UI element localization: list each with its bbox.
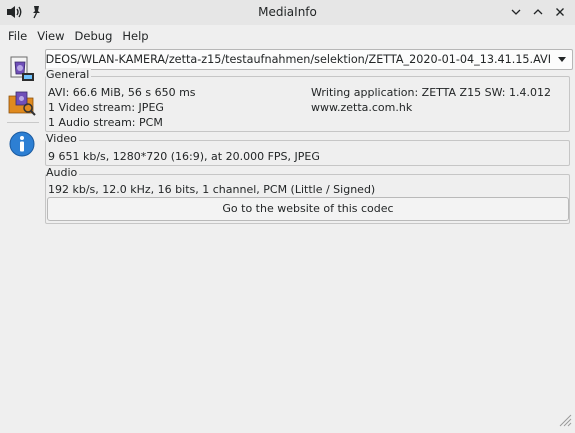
open-folder-button[interactable]: [7, 88, 37, 118]
general-writing-app: Writing application: ZETTA Z15 SW: 1.4.0…: [311, 86, 551, 99]
close-button[interactable]: [551, 3, 569, 21]
audio-title: Audio: [46, 166, 80, 180]
audio-details: 192 kb/s, 12.0 kHz, 16 bits, 1 channel, …: [48, 183, 376, 196]
resize-grip-icon[interactable]: [558, 413, 572, 430]
close-icon: [556, 8, 564, 16]
maximize-button[interactable]: [529, 3, 547, 21]
menu-file[interactable]: File: [3, 25, 32, 47]
general-website: www.zetta.com.hk: [311, 101, 413, 114]
chevron-up-icon: [533, 9, 543, 15]
chevron-down-icon: [511, 9, 521, 15]
general-section: General AVI: 66.6 MiB, 56 s 650 ms 1 Vid…: [45, 68, 570, 132]
window-controls: [507, 3, 569, 21]
folder-icon: [8, 91, 36, 116]
codec-website-button[interactable]: Go to the website of this codec: [47, 197, 569, 221]
about-button[interactable]: [7, 129, 37, 159]
file-path: /TESTS-VIDEOS/WLAN-KAMERA/zetta-z15/test…: [46, 53, 551, 66]
menu-view[interactable]: View: [32, 25, 69, 47]
general-audio-streams: 1 Audio stream: PCM: [48, 116, 163, 129]
menu-debug[interactable]: Debug: [70, 25, 118, 47]
open-file-button[interactable]: [7, 54, 37, 84]
title-bar: MediaInfo: [0, 0, 575, 25]
general-title: General: [46, 68, 92, 82]
video-title: Video: [46, 132, 79, 146]
info-icon: [9, 131, 35, 157]
minimize-button[interactable]: [507, 3, 525, 21]
window-title: MediaInfo: [258, 5, 317, 19]
menu-bar: File View Debug Help: [0, 25, 575, 47]
general-video-streams: 1 Video stream: JPEG: [48, 101, 164, 114]
menu-help[interactable]: Help: [117, 25, 153, 47]
toolbar-separator: [7, 122, 39, 123]
video-details: 9 651 kb/s, 1280*720 (16:9), at 20.000 F…: [48, 150, 320, 163]
audio-section: Audio 192 kb/s, 12.0 kHz, 16 bits, 1 cha…: [45, 166, 570, 224]
video-section: Video 9 651 kb/s, 1280*720 (16:9), at 20…: [45, 132, 570, 166]
dropdown-arrow-icon[interactable]: [557, 54, 567, 67]
side-toolbar: [7, 54, 41, 163]
open-file-icon: [10, 56, 34, 81]
general-format: AVI: 66.6 MiB, 56 s 650 ms: [48, 86, 196, 99]
file-selector[interactable]: /TESTS-VIDEOS/WLAN-KAMERA/zetta-z15/test…: [45, 49, 573, 70]
